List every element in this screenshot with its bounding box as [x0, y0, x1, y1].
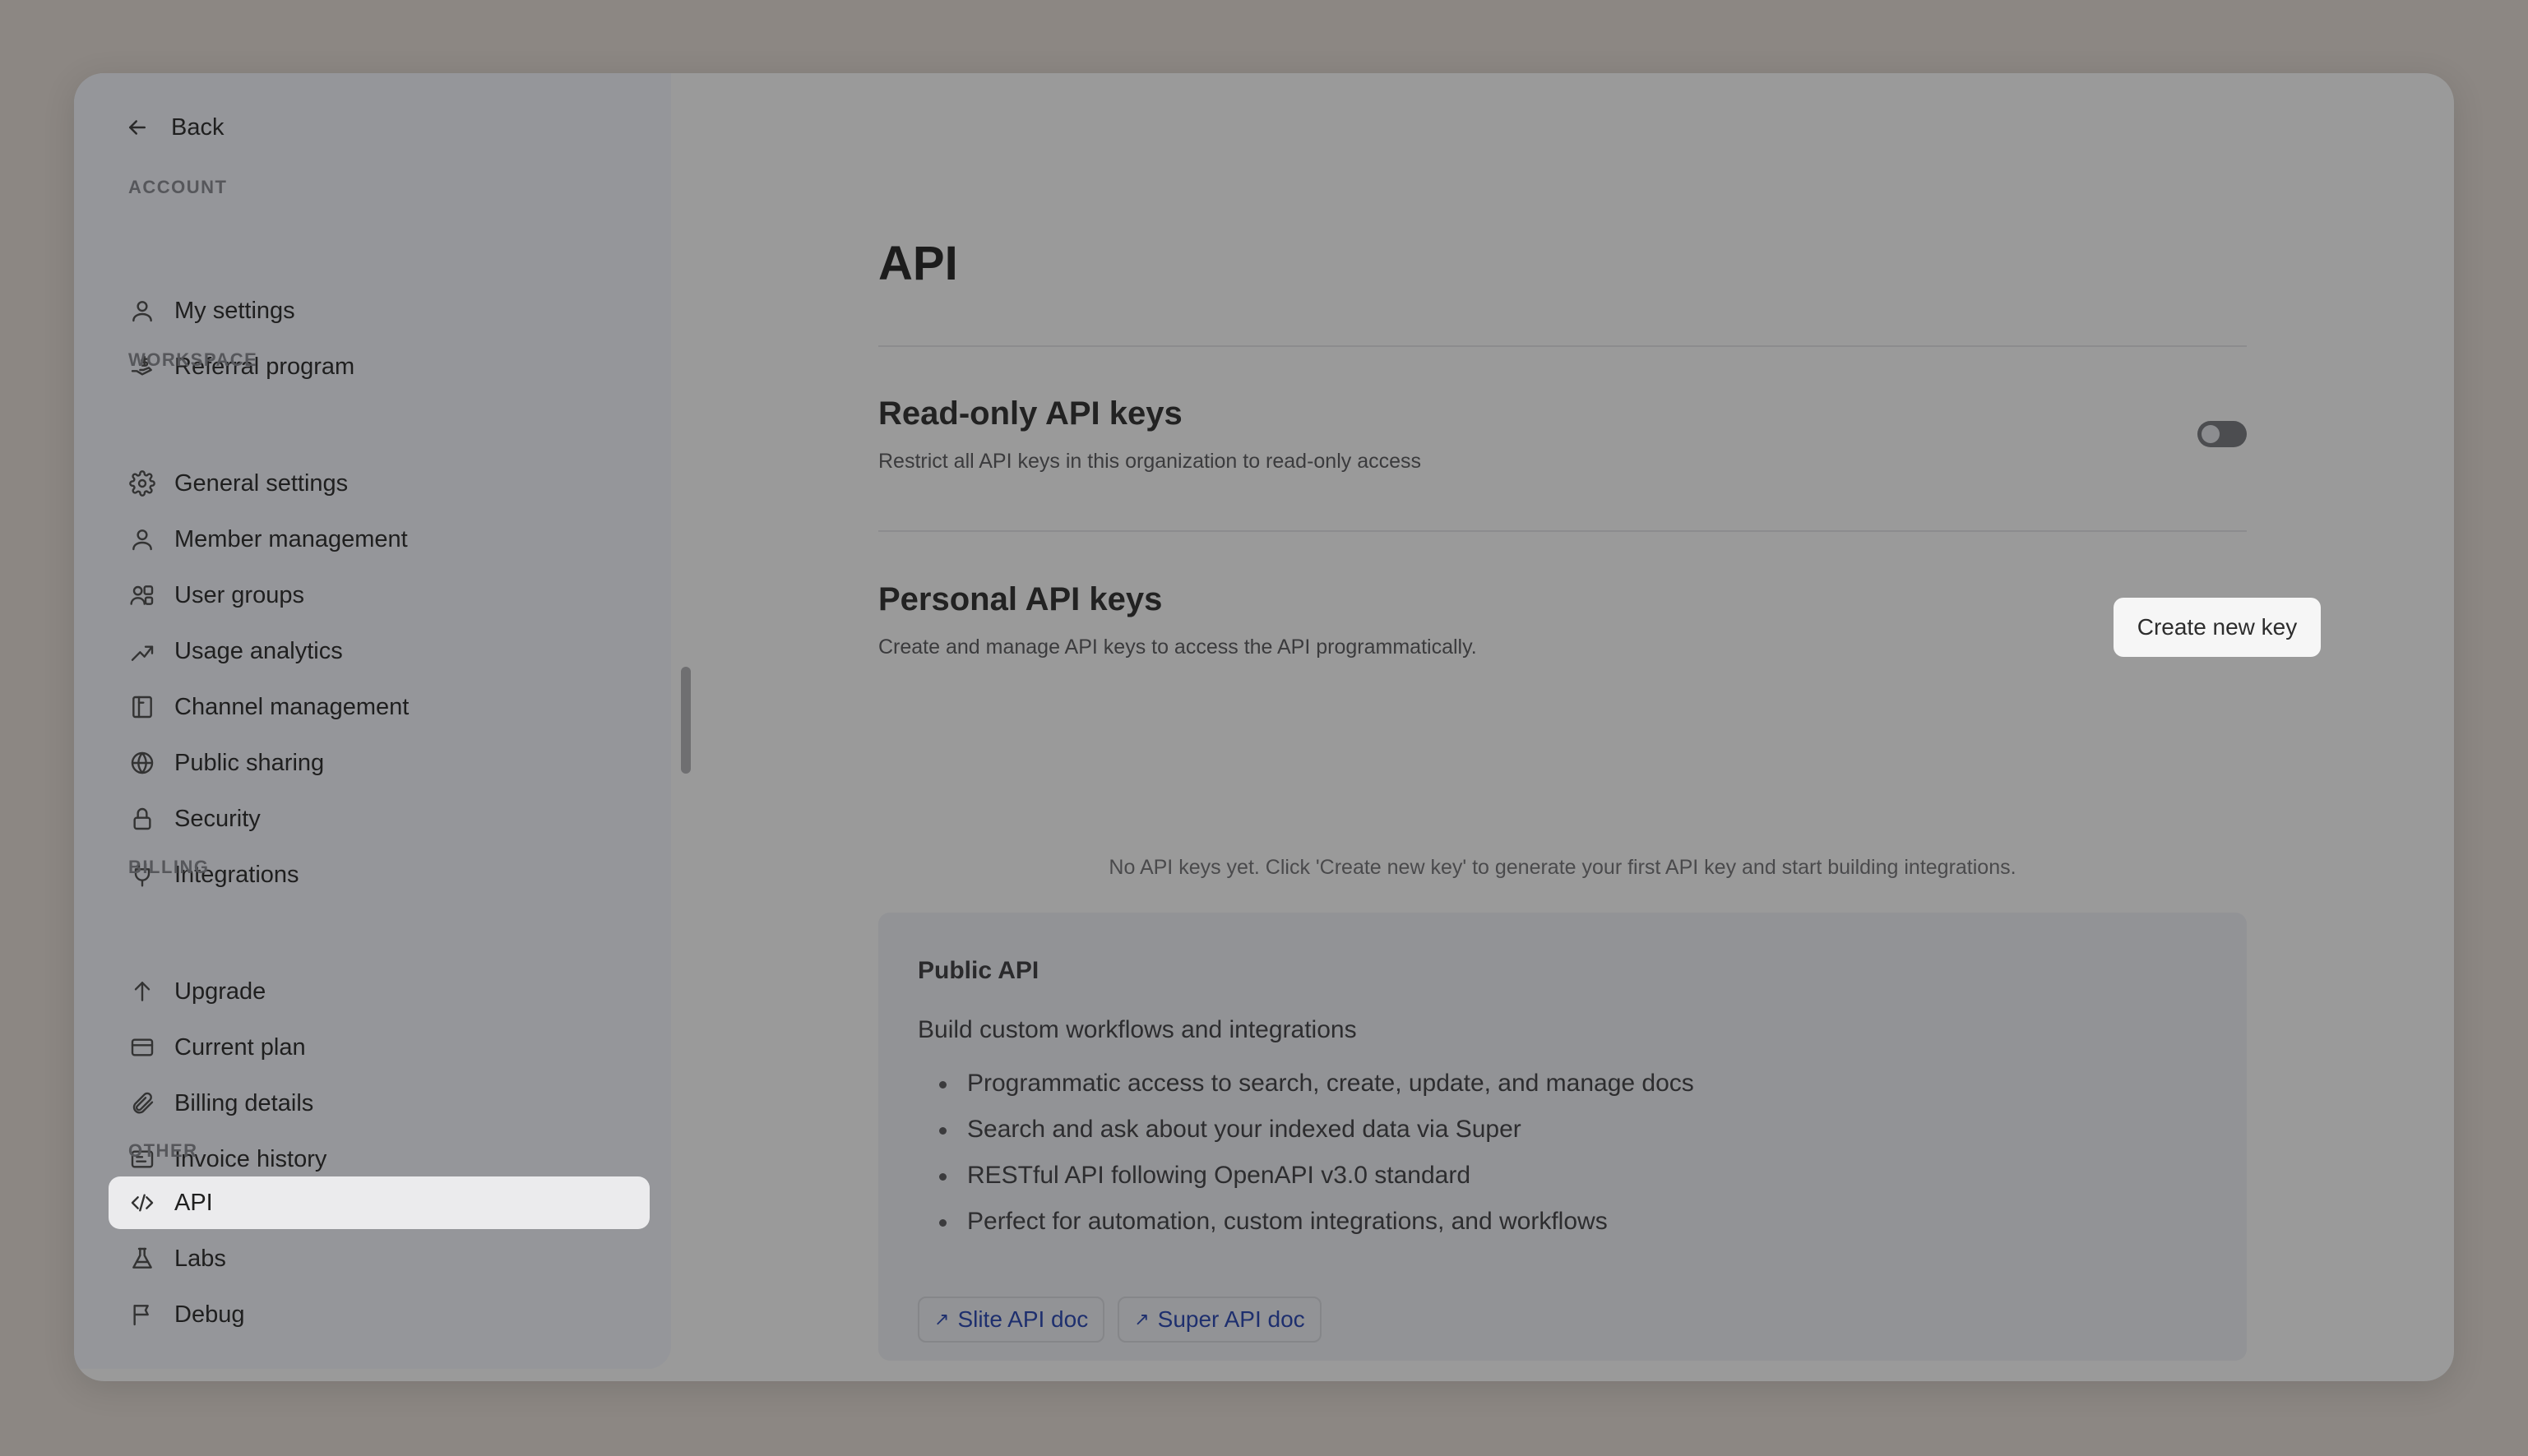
sidebar-item-channel-management[interactable]: Channel management — [109, 681, 650, 733]
sidebar-item-usage-analytics[interactable]: Usage analytics — [109, 625, 650, 677]
gear-icon — [127, 468, 158, 499]
personal-keys-description: Create and manage API keys to access the… — [878, 636, 1477, 659]
back-button[interactable]: Back — [125, 104, 224, 150]
credit-card-icon — [127, 1032, 158, 1063]
sidebar-item-label: Billing details — [174, 1089, 314, 1116]
sidebar-item-my-settings[interactable]: My settings — [109, 284, 650, 337]
arrow-up-icon — [127, 976, 158, 1007]
layout-icon — [127, 691, 158, 723]
page-title: API — [878, 237, 958, 290]
code-icon — [127, 1187, 158, 1218]
sidebar-item-user-groups[interactable]: User groups — [109, 569, 650, 622]
toggle-knob — [2202, 425, 2220, 443]
flag-icon — [127, 1299, 158, 1330]
trending-up-icon — [127, 636, 158, 667]
sidebar-item-label: Debug — [174, 1301, 245, 1328]
sidebar-item-label: Member management — [174, 525, 408, 552]
lock-icon — [127, 803, 158, 834]
list-item: RESTful API following OpenAPI v3.0 stand… — [918, 1153, 1694, 1199]
readonly-keys-title: Read-only API keys — [878, 395, 1183, 432]
sidebar-item-label: User groups — [174, 581, 304, 608]
public-api-title: Public API — [918, 957, 1039, 984]
sidebar-item-label: General settings — [174, 469, 349, 497]
back-label: Back — [171, 113, 225, 141]
sidebar-item-label: API — [174, 1189, 213, 1216]
divider — [878, 345, 2247, 347]
readonly-keys-toggle[interactable] — [2197, 421, 2247, 447]
sidebar-item-debug[interactable]: Debug — [109, 1288, 650, 1341]
readonly-keys-description: Restrict all API keys in this organizati… — [878, 450, 1422, 473]
list-item: Programmatic access to search, create, u… — [918, 1061, 1694, 1107]
section-label-billing: BILLING — [128, 857, 210, 877]
doc-links: ↗ Slite API doc ↗ Super API doc — [918, 1297, 1322, 1343]
sidebar-item-billing-details[interactable]: Billing details — [109, 1077, 650, 1130]
sidebar-item-label: My settings — [174, 297, 295, 324]
public-api-feature-list: Programmatic access to search, create, u… — [918, 1061, 1694, 1245]
arrow-up-right-icon: ↗ — [1134, 1309, 1150, 1329]
create-new-key-button[interactable]: Create new key — [2114, 598, 2321, 657]
section-label-workspace: WORKSPACE — [128, 349, 258, 370]
sidebar-item-api[interactable]: API — [109, 1176, 650, 1229]
list-item: Search and ask about your indexed data v… — [918, 1107, 1694, 1153]
arrow-up-right-icon: ↗ — [934, 1309, 950, 1329]
sidebar-item-general-settings[interactable]: General settings — [109, 457, 650, 510]
settings-modal: Back ACCOUNT My settings Referral progra… — [74, 73, 2454, 1381]
settings-sidebar: Back ACCOUNT My settings Referral progra… — [74, 73, 671, 1369]
personal-keys-title: Personal API keys — [878, 581, 1163, 617]
public-api-card: Public API Build custom workflows and in… — [878, 913, 2247, 1361]
sidebar-item-security[interactable]: Security — [109, 793, 650, 845]
empty-keys-message: No API keys yet. Click 'Create new key' … — [1109, 856, 2016, 879]
sidebar-scrollbar[interactable] — [681, 667, 691, 774]
user-icon — [127, 524, 158, 555]
users-icon — [127, 580, 158, 611]
sidebar-item-label: Upgrade — [174, 978, 266, 1005]
globe-icon — [127, 747, 158, 779]
sidebar-item-labs[interactable]: Labs — [109, 1232, 650, 1285]
sidebar-item-current-plan[interactable]: Current plan — [109, 1021, 650, 1074]
section-label-account: ACCOUNT — [128, 177, 228, 197]
divider — [878, 530, 2247, 532]
doc-link-label: Slite API doc — [957, 1306, 1089, 1332]
sidebar-item-member-management[interactable]: Member management — [109, 513, 650, 566]
list-item: Perfect for automation, custom integrati… — [918, 1199, 1694, 1245]
sidebar-item-label: Public sharing — [174, 749, 325, 776]
sidebar-item-label: Channel management — [174, 693, 410, 720]
sidebar-item-label: Labs — [174, 1245, 226, 1272]
super-api-doc-link[interactable]: ↗ Super API doc — [1118, 1297, 1322, 1343]
slite-api-doc-link[interactable]: ↗ Slite API doc — [918, 1297, 1105, 1343]
sidebar-item-upgrade[interactable]: Upgrade — [109, 965, 650, 1018]
public-api-subtitle: Build custom workflows and integrations — [918, 1016, 1357, 1043]
user-icon — [127, 295, 158, 326]
sidebar-item-label: Usage analytics — [174, 637, 343, 664]
paperclip-icon — [127, 1088, 158, 1119]
sidebar-item-label: Current plan — [174, 1033, 306, 1061]
arrow-left-icon — [125, 115, 171, 140]
sidebar-item-label: Security — [174, 805, 261, 832]
flask-icon — [127, 1243, 158, 1274]
doc-link-label: Super API doc — [1157, 1306, 1305, 1332]
section-label-other: OTHER — [128, 1140, 198, 1161]
sidebar-item-public-sharing[interactable]: Public sharing — [109, 737, 650, 789]
